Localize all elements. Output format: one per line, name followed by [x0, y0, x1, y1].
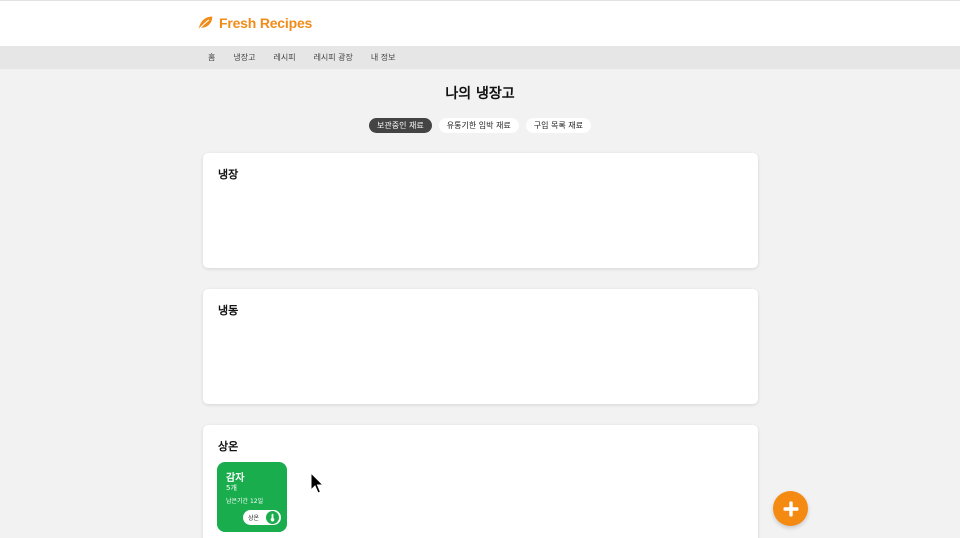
storage-badge-label: 상온 [248, 515, 260, 522]
app-logo[interactable]: Fresh Recipes [197, 14, 312, 31]
thermometer-icon [266, 511, 279, 524]
filter-shopping-list-ingredients[interactable]: 구입 목록 재료 [525, 118, 591, 133]
room-temp-section: 상온 감자 5개 남은기간 12일 상온 [203, 425, 758, 538]
nav-item-fridge[interactable]: 냉장고 [233, 52, 255, 63]
freezer-section: 냉동 [203, 289, 758, 404]
add-ingredient-button[interactable] [773, 491, 808, 526]
freezer-section-title: 냉동 [218, 304, 239, 317]
fridge-section-title: 냉장 [218, 168, 239, 181]
app-title: Fresh Recipes [219, 14, 313, 31]
page-title: 나의 냉장고 [445, 86, 515, 102]
plus-icon [783, 501, 798, 516]
ingredient-quantity: 5개 [226, 484, 237, 492]
nav-item-home[interactable]: 홈 [208, 52, 215, 63]
filter-expiring-ingredients[interactable]: 유통기한 임박 재료 [438, 118, 519, 133]
ingredient-days-left: 남은기간 12일 [226, 498, 264, 505]
nav-item-recipes[interactable]: 레시피 [273, 52, 295, 63]
nav-bar: 홈 냉장고 레시피 레시피 광장 내 정보 [0, 46, 960, 69]
leaf-icon [198, 16, 213, 29]
top-bar: Fresh Recipes [0, 0, 960, 46]
nav-item-my-info[interactable]: 내 정보 [371, 52, 396, 63]
nav-item-recipe-plaza[interactable]: 레시피 광장 [314, 52, 353, 63]
room-temp-section-title: 상온 [218, 440, 239, 453]
ingredient-name: 감자 [226, 473, 245, 484]
fridge-section: 냉장 [203, 153, 758, 268]
mouse-cursor-icon [310, 472, 325, 494]
storage-badge[interactable]: 상온 [243, 510, 281, 525]
ingredient-card[interactable]: 감자 5개 남은기간 12일 상온 [217, 462, 287, 532]
filter-tabs: 보관중인 재료 유통기한 임박 재료 구입 목록 재료 [0, 118, 960, 133]
filter-stored-ingredients[interactable]: 보관중인 재료 [369, 118, 432, 133]
